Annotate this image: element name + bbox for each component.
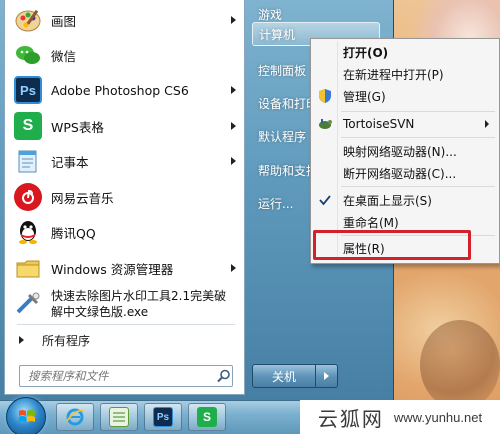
program-item-wps[interactable]: S WPS表格: [8, 108, 242, 144]
site-watermark: 云狐网 www.yunhu.net: [300, 400, 500, 434]
submenu-arrow-icon: [485, 120, 489, 128]
menu-item-tortoisesvn[interactable]: TortoiseSVN: [313, 113, 497, 135]
explorer-icon: [14, 254, 42, 282]
menu-item-label: TortoiseSVN: [343, 117, 415, 131]
menu-item-label: 重命名(M): [343, 215, 399, 230]
program-item-wechat[interactable]: 微信: [8, 37, 242, 73]
taskbar-button-spreadsheet[interactable]: [100, 403, 138, 431]
separator: [341, 137, 495, 138]
windows-logo-icon: [19, 410, 35, 422]
shield-icon: [319, 89, 331, 103]
ie-icon: [65, 407, 85, 427]
shutdown-button[interactable]: 关机: [252, 364, 316, 388]
notepad-icon: [14, 147, 42, 175]
program-item-notepad[interactable]: 记事本: [8, 143, 242, 179]
program-item-explorer[interactable]: Windows 资源管理器: [8, 250, 242, 286]
shutdown-group: 关机: [252, 364, 338, 388]
program-item-paint[interactable]: 画图: [8, 2, 242, 38]
menu-item-open-new-process[interactable]: 在新进程中打开(P): [313, 63, 497, 85]
program-item-netease-music[interactable]: 网易云音乐: [8, 179, 242, 215]
watermark-url: www.yunhu.net: [393, 409, 483, 425]
program-label: 微信: [51, 48, 77, 64]
submenu-arrow-icon: [231, 122, 236, 130]
program-label: 快速去除图片水印工具2.1完美破解中文绿色版.exe: [51, 289, 227, 319]
spreadsheet-icon: [109, 407, 129, 427]
separator: [341, 186, 495, 187]
menu-item-open[interactable]: 打开(O): [313, 41, 497, 63]
all-programs-label: 所有程序: [42, 333, 91, 348]
taskbar-button-wps[interactable]: S: [188, 403, 226, 431]
shutdown-options-button[interactable]: [316, 364, 338, 388]
search-icon[interactable]: [216, 368, 232, 384]
menu-item-map-drive[interactable]: 映射网络驱动器(N)...: [313, 140, 497, 162]
program-label: Windows 资源管理器: [51, 261, 174, 277]
checkmark-icon: [319, 195, 331, 206]
photoshop-icon: Ps: [153, 407, 173, 427]
submenu-arrow-icon: [231, 264, 236, 272]
program-label: WPS表格: [51, 119, 104, 135]
menu-item-disconnect-drive[interactable]: 断开网络驱动器(C)...: [313, 162, 497, 184]
taskbar-button-photoshop[interactable]: Ps: [144, 403, 182, 431]
submenu-arrow-icon: [231, 86, 236, 94]
program-item-photoshop[interactable]: Ps Adobe Photoshop CS6: [8, 72, 242, 108]
netease-music-icon: [14, 183, 42, 211]
separator: [17, 324, 235, 325]
search-input[interactable]: [28, 367, 214, 385]
menu-item-label: 管理(G): [343, 89, 386, 104]
wps-icon: S: [197, 407, 217, 427]
menu-item-show-on-desktop[interactable]: 在桌面上显示(S): [313, 189, 497, 211]
menu-item-manage[interactable]: 管理(G): [313, 85, 497, 107]
menu-item-label: 断开网络驱动器(C)...: [343, 166, 457, 181]
menu-item-label: 打开(O): [343, 45, 389, 60]
program-label: 画图: [51, 13, 77, 29]
wps-icon: S: [14, 112, 42, 140]
all-programs-button[interactable]: 所有程序: [15, 330, 241, 350]
start-button[interactable]: [6, 397, 46, 434]
menu-item-label: 在新进程中打开(P): [343, 67, 444, 82]
wechat-icon: [14, 41, 42, 69]
search-box[interactable]: [19, 365, 233, 387]
qq-icon: [14, 218, 42, 246]
menu-item-label: 映射网络驱动器(N)...: [343, 144, 457, 159]
arrow-right-icon: [324, 372, 329, 380]
program-label: 网易云音乐: [51, 190, 114, 206]
program-item-qq[interactable]: 腾讯QQ: [8, 214, 242, 250]
menu-item-label: 在桌面上显示(S): [343, 193, 432, 208]
paint-icon: [14, 6, 42, 34]
highlight-annotation: [313, 230, 471, 260]
separator: [341, 111, 495, 112]
watermark-cn: 云狐网: [317, 406, 384, 431]
programs-pane: 画图 微信 Ps Adobe Photoshop CS6 S WPS表格 记事本: [4, 0, 245, 395]
arrow-right-icon: [19, 336, 24, 344]
submenu-arrow-icon: [231, 157, 236, 165]
wallpaper-art: [420, 320, 500, 410]
tortoise-icon: [319, 119, 332, 129]
photoshop-icon: Ps: [14, 76, 42, 104]
program-item-watermark-tool[interactable]: 快速去除图片水印工具2.1完美破解中文绿色版.exe: [8, 285, 242, 323]
program-label: 记事本: [51, 154, 89, 170]
watermark-tool-icon: [14, 290, 42, 318]
program-label: Adobe Photoshop CS6: [51, 82, 189, 98]
program-label: 腾讯QQ: [51, 225, 96, 241]
submenu-arrow-icon: [231, 16, 236, 24]
taskbar-button-ie[interactable]: [56, 403, 94, 431]
